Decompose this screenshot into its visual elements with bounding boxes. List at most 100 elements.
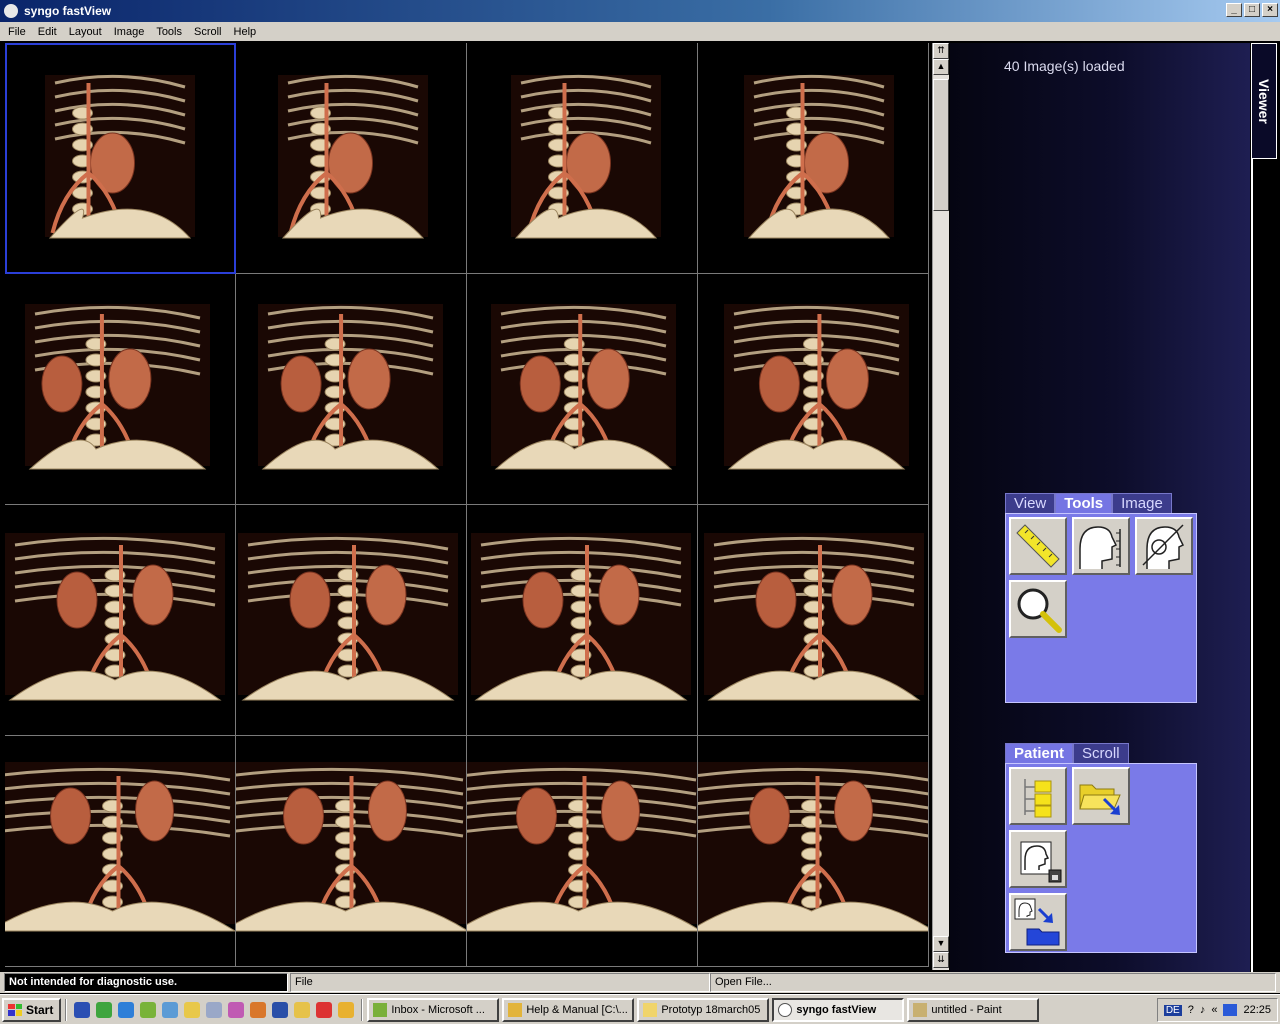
export-to-folder-button[interactable] — [1009, 893, 1067, 951]
ct-volume-render — [238, 533, 458, 701]
minimize-button[interactable]: _ — [1226, 3, 1242, 17]
tool-tabs: View Tools Image — [1005, 493, 1172, 513]
word-icon[interactable] — [272, 1001, 289, 1018]
viewer-tab-strip — [1251, 159, 1280, 972]
image-thumbnail[interactable] — [467, 43, 698, 274]
media-player-icon[interactable] — [338, 1001, 355, 1018]
menu-image[interactable]: Image — [108, 26, 151, 38]
ct-volume-render — [698, 762, 928, 932]
app-icon[interactable] — [250, 1001, 267, 1018]
image-thumbnail[interactable] — [236, 505, 467, 736]
scroll-down-button[interactable]: ▼ — [933, 936, 949, 952]
acrobat-icon[interactable] — [316, 1001, 333, 1018]
scroll-page-up-button[interactable]: ⇈ — [933, 43, 949, 59]
image-thumbnail[interactable] — [236, 736, 467, 967]
start-button[interactable]: Start — [2, 997, 62, 1022]
image-thumbnail[interactable] — [5, 43, 236, 274]
tools-panel — [1005, 513, 1197, 703]
ruler-tool-button[interactable] — [1009, 517, 1067, 575]
tab-view[interactable]: View — [1005, 493, 1056, 513]
close-button[interactable]: × — [1262, 3, 1278, 17]
task-label: Help & Manual [C:\... — [526, 1003, 628, 1016]
window-title: syngo fastView — [24, 4, 112, 18]
ct-volume-render — [278, 74, 428, 239]
network-icon[interactable] — [1223, 1004, 1238, 1016]
menu-scroll[interactable]: Scroll — [188, 26, 228, 38]
help-manual-icon — [508, 1002, 523, 1017]
image-thumbnail[interactable] — [698, 274, 929, 505]
export-to-folder-icon — [1014, 898, 1060, 946]
internet-explorer-icon[interactable] — [118, 1001, 135, 1018]
task-help-manual[interactable]: Help & Manual [C:\... — [502, 997, 635, 1022]
app-icon — [4, 4, 18, 18]
images-loaded-label: 40 Image(s) loaded — [1004, 58, 1125, 74]
ruler-icon — [1016, 524, 1060, 568]
image-thumbnail[interactable] — [5, 505, 236, 736]
start-label: Start — [26, 1002, 54, 1017]
title-bar: syngo fastView _ □ × — [0, 0, 1280, 22]
help-icon[interactable]: ? — [1188, 1004, 1194, 1016]
menu-help[interactable]: Help — [228, 26, 263, 38]
image-thumbnail[interactable] — [236, 274, 467, 505]
tray-expand-icon[interactable]: « — [1211, 1004, 1217, 1016]
tab-image[interactable]: Image — [1112, 493, 1172, 513]
paint-task-icon — [913, 1002, 928, 1017]
menu-layout[interactable]: Layout — [63, 26, 108, 38]
folder-icon[interactable] — [184, 1001, 201, 1018]
patient-browser-button[interactable] — [1009, 767, 1067, 825]
viewer-tab[interactable]: Viewer — [1251, 43, 1277, 159]
tab-patient[interactable]: Patient — [1005, 743, 1074, 763]
globe-icon[interactable] — [74, 1001, 91, 1018]
open-folder-icon — [1079, 784, 1121, 815]
ct-volume-render — [724, 304, 909, 470]
ct-volume-render — [5, 762, 235, 932]
image-thumbnail[interactable] — [467, 505, 698, 736]
clock: 22:25 — [1243, 1004, 1271, 1016]
image-thumbnail[interactable] — [5, 736, 236, 967]
maximize-button[interactable]: □ — [1244, 3, 1260, 17]
outlook-icon[interactable] — [162, 1001, 179, 1018]
ct-volume-render — [45, 74, 195, 239]
task-label: Inbox - Microsoft ... — [391, 1003, 485, 1016]
distance-tool-button[interactable] — [1072, 517, 1130, 575]
angle-tool-button[interactable] — [1135, 517, 1193, 575]
task-paint[interactable]: untitled - Paint — [907, 997, 1040, 1022]
system-tray: DE ? ♪ « 22:25 — [1156, 998, 1278, 1022]
patient-browser-icon — [1024, 779, 1052, 818]
patient-save-button[interactable] — [1009, 830, 1067, 888]
task-inbox[interactable]: Inbox - Microsoft ... — [367, 997, 500, 1022]
open-folder-button[interactable] — [1072, 767, 1130, 825]
scroll-thumb[interactable] — [933, 79, 949, 211]
scroll-page-down-button[interactable]: ⇊ — [933, 952, 949, 968]
zoom-tool-button[interactable] — [1009, 580, 1067, 638]
language-indicator[interactable]: DE — [1163, 1004, 1182, 1016]
explorer-icon[interactable] — [294, 1001, 311, 1018]
tab-scroll[interactable]: Scroll — [1073, 743, 1129, 763]
menu-edit[interactable]: Edit — [32, 26, 63, 38]
task-syngo-fastview[interactable]: syngo fastView — [772, 997, 905, 1022]
volume-icon[interactable]: ♪ — [1200, 1004, 1206, 1016]
image-thumbnail[interactable] — [467, 736, 698, 967]
menu-file[interactable]: File — [2, 26, 32, 38]
image-thumbnail[interactable] — [467, 274, 698, 505]
browser-icon[interactable] — [96, 1001, 113, 1018]
menu-bar: File Edit Layout Image Tools Scroll Help — [0, 22, 1280, 41]
task-prototyp-folder[interactable]: Prototyp 18march05 — [637, 997, 770, 1022]
control-panel: 40 Image(s) loaded View Tools Image Pati… — [950, 43, 1250, 972]
image-thumbnail[interactable] — [5, 274, 236, 505]
tab-tools[interactable]: Tools — [1055, 493, 1113, 513]
menu-tools[interactable]: Tools — [150, 26, 188, 38]
taskbar: Start Inbox - Microsoft ... Help & Manua… — [0, 994, 1280, 1024]
tasks-separator — [361, 998, 364, 1021]
syngo-icon[interactable] — [140, 1001, 157, 1018]
image-thumbnail[interactable] — [236, 43, 467, 274]
drive-icon[interactable] — [206, 1001, 223, 1018]
quicklaunch-separator — [65, 998, 68, 1021]
image-thumbnail[interactable] — [698, 505, 929, 736]
vertical-scrollbar[interactable]: ⇈ ▲ ▼ ⇊ — [932, 43, 949, 970]
image-thumbnail[interactable] — [698, 736, 929, 967]
image-thumbnail[interactable] — [698, 43, 929, 274]
magnifier-icon — [1017, 588, 1062, 633]
scroll-up-button[interactable]: ▲ — [933, 59, 949, 75]
paint-icon[interactable] — [228, 1001, 245, 1018]
